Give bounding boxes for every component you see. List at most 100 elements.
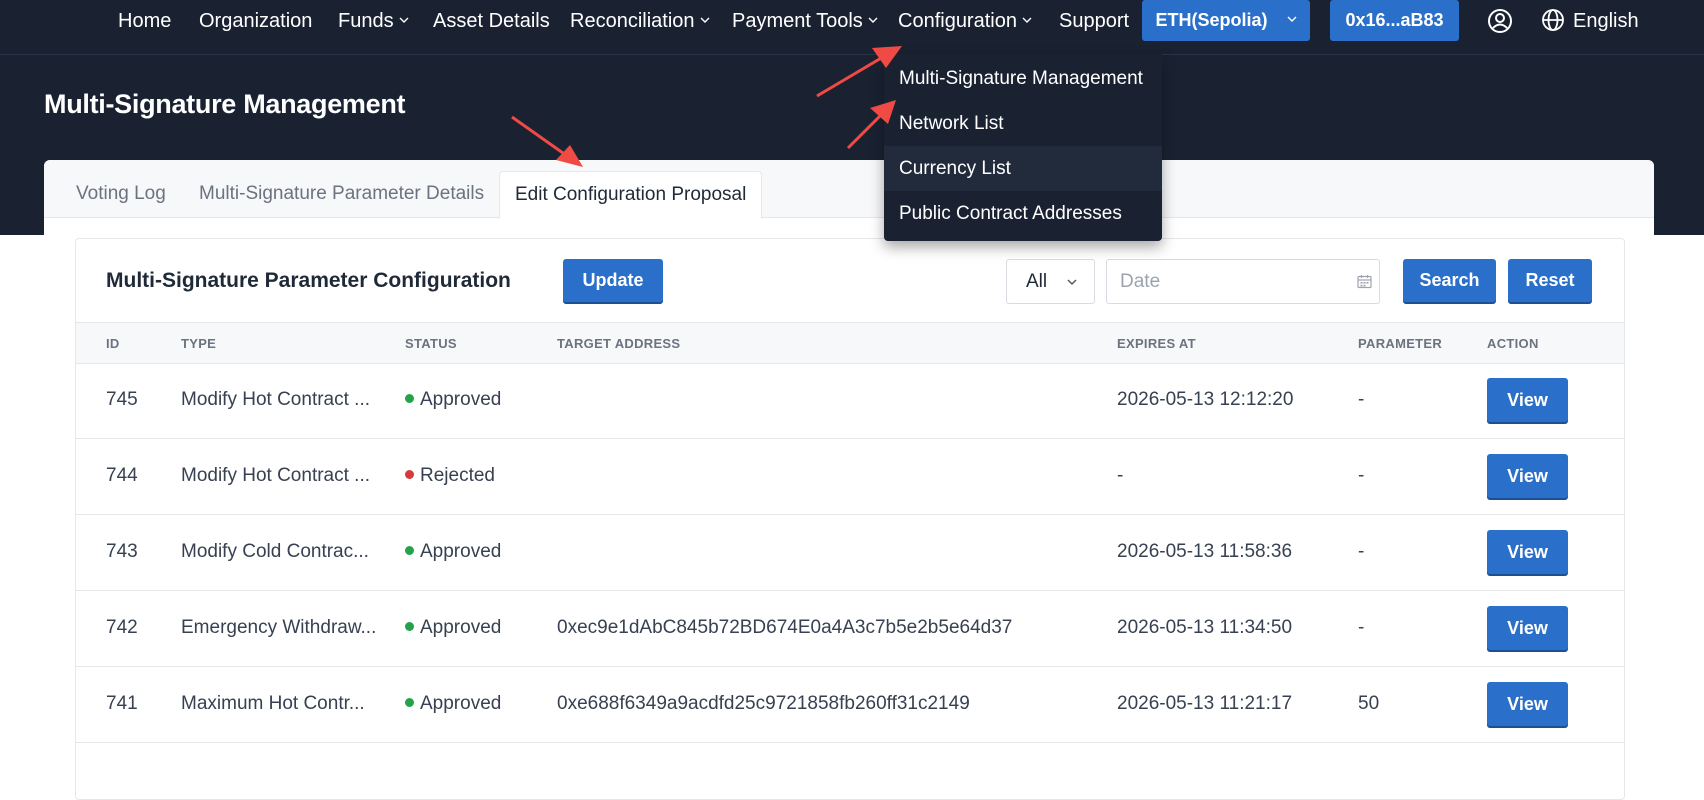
network-label: ETH(Sepolia) (1155, 10, 1268, 30)
reset-button[interactable]: Reset (1508, 259, 1592, 302)
nav-payment-tools-label: Payment Tools (732, 10, 863, 32)
language-selector[interactable]: English (1541, 8, 1639, 34)
cell-status: Approved (405, 617, 501, 639)
cell-expires-at: 2026-05-13 11:34:50 (1117, 617, 1293, 638)
chevron-down-icon (1022, 17, 1032, 23)
status-dot-approved (405, 698, 414, 708)
column-header-id: ID (106, 336, 120, 351)
nav-support[interactable]: Support (1059, 8, 1129, 34)
status-label: Approved (420, 389, 502, 410)
table-row: 741 Maximum Hot Contr... Approved 0xe688… (76, 667, 1624, 743)
language-label: English (1573, 10, 1639, 32)
cell-type: Modify Hot Contract ... (181, 389, 371, 410)
cell-status: Approved (405, 389, 501, 411)
cell-parameter: - (1358, 465, 1365, 486)
cell-id: 743 (106, 541, 138, 562)
nav-configuration-label: Configuration (898, 10, 1017, 32)
update-button[interactable]: Update (563, 259, 663, 302)
tab-voting-log[interactable]: Voting Log (76, 171, 166, 217)
column-header-expires-at: EXPIRES AT (1117, 336, 1196, 351)
tab-parameter-details[interactable]: Multi-Signature Parameter Details (199, 171, 484, 217)
nav-asset-details[interactable]: Asset Details (433, 8, 550, 34)
nav-configuration[interactable]: Configuration (898, 8, 1032, 34)
view-button[interactable]: View (1487, 530, 1568, 574)
cell-target-address: 0xec9e1dAbC845b72BD674E0a4A3c7b5e2b5e64d… (557, 617, 1013, 638)
cell-status: Rejected (405, 465, 495, 487)
status-label: Approved (420, 617, 502, 638)
cell-parameter: - (1358, 541, 1365, 562)
view-button[interactable]: View (1487, 682, 1568, 726)
calendar-icon (1357, 275, 1372, 289)
view-button[interactable]: View (1487, 606, 1568, 650)
content-card: Voting Log Multi-Signature Parameter Det… (44, 160, 1654, 800)
view-button[interactable]: View (1487, 454, 1568, 498)
column-header-target-address: TARGET ADDRESS (557, 336, 681, 351)
table-row: 745 Modify Hot Contract ... Approved 202… (76, 363, 1624, 439)
cell-expires-at: 2026-05-13 11:58:36 (1117, 541, 1293, 562)
table-row: 742 Emergency Withdraw... Approved 0xec9… (76, 591, 1624, 667)
date-placeholder: Date (1120, 271, 1161, 292)
cell-status: Approved (405, 541, 501, 563)
menu-item-public-contract-addresses[interactable]: Public Contract Addresses (884, 191, 1162, 236)
menu-item-currency-list[interactable]: Currency List (884, 146, 1162, 191)
cell-expires-at: 2026-05-13 11:21:17 (1117, 693, 1293, 714)
top-nav: Home Organization Funds Asset Details Re… (0, 0, 1704, 55)
status-label: Approved (420, 541, 502, 562)
cell-parameter: - (1358, 389, 1365, 410)
column-header-action: ACTION (1487, 336, 1539, 351)
nav-reconciliation[interactable]: Reconciliation (570, 8, 710, 34)
column-header-type: TYPE (181, 336, 217, 351)
cell-expires-at: 2026-05-13 12:12:20 (1117, 389, 1294, 410)
chevron-down-icon (399, 17, 409, 23)
wallet-address-button[interactable]: 0x16...aB83 (1330, 0, 1459, 41)
configuration-dropdown-menu: Multi-Signature Management Network List … (884, 54, 1162, 241)
view-button[interactable]: View (1487, 378, 1568, 422)
tab-edit-configuration-proposal[interactable]: Edit Configuration Proposal (499, 171, 763, 219)
page-title: Multi-Signature Management (44, 89, 406, 119)
cell-parameter: - (1358, 617, 1365, 638)
table-row: 743 Modify Cold Contrac... Approved 2026… (76, 515, 1624, 591)
search-button[interactable]: Search (1403, 259, 1496, 302)
menu-item-multi-signature-management[interactable]: Multi-Signature Management (884, 56, 1162, 101)
status-filter-select[interactable]: All (1006, 259, 1095, 304)
panel-title: Multi-Signature Parameter Configuration (106, 269, 511, 292)
cell-parameter: 50 (1358, 693, 1380, 714)
nav-home[interactable]: Home (118, 8, 171, 34)
cell-id: 742 (106, 617, 138, 638)
cell-type: Maximum Hot Contr... (181, 693, 365, 714)
cell-target-address: 0xe688f6349a9acdfd25c9721858fb260ff31c21… (557, 693, 970, 714)
column-header-parameter: PARAMETER (1358, 336, 1443, 351)
cell-type: Modify Cold Contrac... (181, 541, 369, 562)
network-selector-button[interactable]: ETH(Sepolia) (1142, 0, 1310, 41)
status-dot-approved (405, 622, 414, 632)
status-label: Approved (420, 693, 502, 714)
cell-expires-at: - (1117, 465, 1124, 486)
status-filter-value: All (1026, 271, 1048, 292)
date-input[interactable]: Date (1106, 259, 1380, 304)
cell-status: Approved (405, 693, 501, 715)
status-dot-approved (405, 394, 414, 404)
status-label: Rejected (420, 465, 495, 486)
cell-id: 745 (106, 389, 138, 410)
cell-id: 744 (106, 465, 138, 486)
nav-payment-tools[interactable]: Payment Tools (732, 8, 878, 34)
nav-funds-label: Funds (338, 10, 394, 32)
chevron-down-icon (1067, 279, 1077, 285)
user-circle-icon[interactable] (1487, 8, 1513, 34)
column-header-status: STATUS (405, 336, 457, 351)
table-row: 744 Modify Hot Contract ... Rejected - -… (76, 439, 1624, 515)
status-dot-rejected (405, 470, 414, 480)
globe-icon (1542, 8, 1564, 31)
chevron-down-icon (700, 17, 710, 23)
nav-organization[interactable]: Organization (199, 8, 312, 34)
table-header: ID TYPE STATUS TARGET ADDRESS EXPIRES AT… (76, 322, 1624, 364)
menu-item-network-list[interactable]: Network List (884, 101, 1162, 146)
parameter-configuration-panel: Multi-Signature Parameter Configuration … (75, 238, 1625, 800)
tab-bar: Voting Log Multi-Signature Parameter Det… (44, 160, 1654, 219)
status-dot-approved (405, 546, 414, 556)
chevron-down-icon (1287, 16, 1297, 23)
cell-type: Emergency Withdraw... (181, 617, 377, 638)
nav-funds[interactable]: Funds (338, 8, 409, 34)
chevron-down-icon (868, 17, 878, 23)
cell-id: 741 (106, 693, 138, 714)
